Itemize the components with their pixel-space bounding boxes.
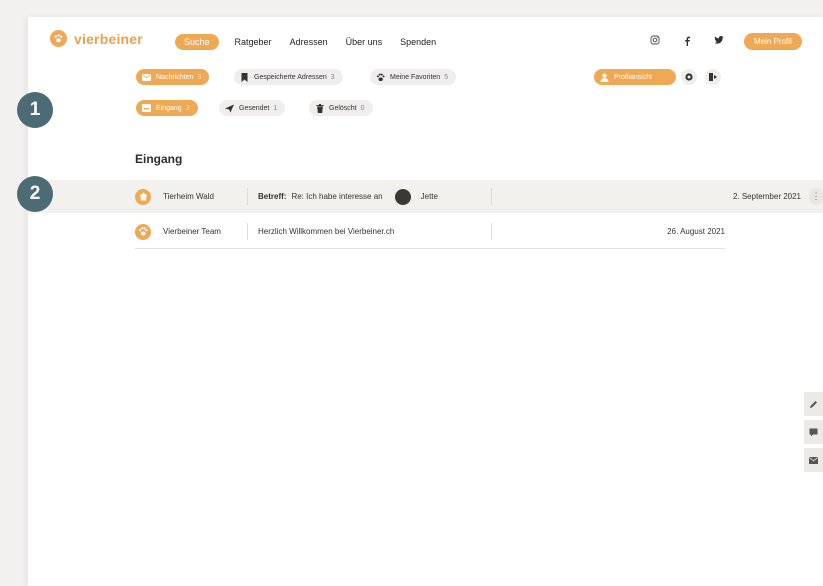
logout-icon[interactable] xyxy=(705,69,721,85)
inbox-icon xyxy=(142,104,151,113)
twitter-icon[interactable] xyxy=(714,35,724,45)
message-subject: Betreff: Re: Ich habe interesse an Jette xyxy=(258,188,491,205)
tab-nachrichten-count: 3 xyxy=(197,73,202,81)
tab-gesendet[interactable]: Gesendet 1 xyxy=(219,100,286,116)
pencil-icon xyxy=(810,400,817,408)
message-sender: Vierbeiner Team xyxy=(163,227,221,236)
house-icon xyxy=(135,188,151,205)
instagram-icon[interactable] xyxy=(650,35,660,45)
message-date: 2. September 2021 xyxy=(732,192,801,201)
nav-ratgeber[interactable]: Ratgeber xyxy=(235,37,272,47)
main-nav: Suche Ratgeber Adressen Über uns Spenden xyxy=(175,34,454,50)
social-links xyxy=(650,35,746,46)
tab-gesendet-label: Gesendet xyxy=(239,104,270,112)
settings-gear-icon[interactable] xyxy=(681,69,697,85)
paper-plane-icon xyxy=(225,103,234,113)
tab-eingang-label: Eingang xyxy=(156,104,182,112)
message-sender: Tierheim Wald xyxy=(163,192,214,201)
paw-icon xyxy=(376,73,385,82)
page-title: Eingang xyxy=(135,152,183,166)
page-container: vierbeiner Suche Ratgeber Adressen Über … xyxy=(28,17,823,586)
divider xyxy=(247,188,248,205)
row-divider xyxy=(135,248,725,249)
tab-geloescht-count: 0 xyxy=(360,104,365,112)
paw-avatar-icon xyxy=(135,223,151,240)
tab-gespeicherte-adressen[interactable]: Gespeicherte Adressen 3 xyxy=(234,69,343,85)
divider xyxy=(491,223,492,240)
mein-profil-button[interactable]: Mein Profil xyxy=(744,33,802,50)
tab-meine-favoriten-label: Meine Favoriten xyxy=(390,73,441,81)
trash-icon xyxy=(315,103,324,113)
tab-meine-favoriten[interactable]: Meine Favoriten 5 xyxy=(370,69,457,85)
more-options-icon[interactable]: ⋮ xyxy=(809,188,823,205)
facebook-icon[interactable] xyxy=(682,35,692,46)
subject-text: Re: Ich habe interesse an xyxy=(291,192,383,201)
message-subject: Herzlich Willkommen bei Vierbeiner.ch xyxy=(258,227,491,236)
side-tab-feedback[interactable] xyxy=(804,420,823,444)
mail-icon xyxy=(142,73,151,82)
paw-logo-icon xyxy=(50,30,67,47)
subject-text: Herzlich Willkommen bei Vierbeiner.ch xyxy=(258,227,395,236)
step-badge-2: 2 xyxy=(17,176,53,212)
side-tab-mail[interactable] xyxy=(804,448,823,472)
side-tab-edit[interactable] xyxy=(804,392,823,416)
profilansicht-label: Profilansicht xyxy=(614,73,653,81)
profilansicht-button[interactable]: Profilansicht xyxy=(594,69,676,85)
tab-geloescht-label: Gelöscht xyxy=(329,104,357,112)
tab-gesendet-count: 1 xyxy=(273,104,278,112)
divider xyxy=(247,223,248,240)
divider xyxy=(491,188,492,205)
message-row[interactable]: Vierbeiner Team Herzlich Willkommen bei … xyxy=(135,215,725,248)
tab-gespeicherte-adressen-label: Gespeicherte Adressen xyxy=(254,73,327,81)
message-date: 26. August 2021 xyxy=(667,227,725,236)
tab-geloescht[interactable]: Gelöscht 0 xyxy=(309,100,373,116)
nav-spenden[interactable]: Spenden xyxy=(400,37,436,47)
message-row[interactable]: Tierheim Wald Betreff: Re: Ich habe inte… xyxy=(28,180,823,213)
nav-suche[interactable]: Suche xyxy=(175,34,219,50)
tab-nachrichten-label: Nachrichten xyxy=(156,73,194,81)
tab-gespeicherte-adressen-count: 3 xyxy=(330,73,335,81)
tab-meine-favoriten-count: 5 xyxy=(444,73,449,81)
tab-nachrichten[interactable]: Nachrichten 3 xyxy=(136,69,210,85)
user-icon xyxy=(600,73,609,82)
nav-ueber-uns[interactable]: Über uns xyxy=(346,37,383,47)
step-badge-1: 1 xyxy=(17,92,53,128)
logo-text: vierbeiner xyxy=(74,30,143,47)
chat-icon xyxy=(809,428,818,436)
subject-label: Betreff: xyxy=(258,192,287,201)
pet-name: Jette xyxy=(420,192,438,201)
nav-adressen[interactable]: Adressen xyxy=(290,37,328,47)
tab-eingang[interactable]: Eingang 3 xyxy=(136,100,198,116)
bookmark-icon xyxy=(240,72,249,82)
logo[interactable]: vierbeiner xyxy=(50,30,143,47)
pet-avatar xyxy=(394,188,411,205)
tab-eingang-count: 3 xyxy=(185,104,190,112)
envelope-icon xyxy=(809,456,818,464)
